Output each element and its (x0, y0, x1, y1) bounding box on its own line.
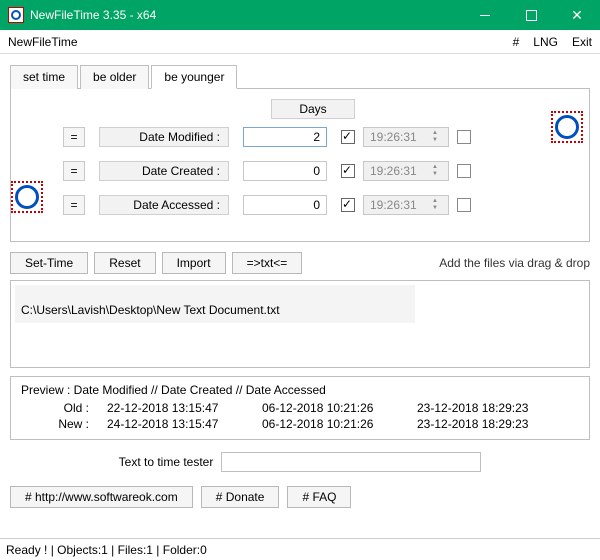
new-label: New : (21, 417, 89, 431)
status-text: Ready ! | Objects:1 | Files:1 | Folder:0 (6, 543, 207, 557)
reset-button[interactable]: Reset (94, 252, 155, 274)
app-icon (8, 7, 24, 23)
clock-icon[interactable] (551, 111, 583, 143)
minimize-button[interactable] (462, 0, 508, 30)
days-input-created[interactable]: 0 (243, 161, 327, 181)
close-button[interactable] (554, 0, 600, 30)
menubar: NewFileTime # LNG Exit (0, 30, 600, 54)
menu-hash[interactable]: # (513, 35, 520, 49)
actions: Set-Time Reset Import =>txt<= Add the fi… (10, 252, 590, 274)
titlebar: NewFileTime 3.35 - x64 (0, 0, 600, 30)
tab-set-time[interactable]: set time (10, 65, 78, 89)
row-date-modified: = Date Modified : 2 19:26:31 ▲▼ (25, 123, 575, 151)
status-bar: Ready ! | Objects:1 | Files:1 | Folder:0 (0, 538, 600, 560)
days-input-accessed[interactable]: 0 (243, 195, 327, 215)
window-title: NewFileTime 3.35 - x64 (30, 8, 462, 22)
link-faq[interactable]: # FAQ (287, 486, 351, 508)
app-name[interactable]: NewFileTime (8, 35, 499, 49)
old-label: Old : (21, 401, 89, 415)
tab-be-younger[interactable]: be younger (151, 65, 237, 89)
preview-header: Preview : Date Modified // Date Created … (21, 383, 579, 397)
time-spinner[interactable]: 19:26:31 ▲▼ (363, 195, 449, 215)
old-accessed: 23-12-2018 18:29:23 (417, 401, 572, 415)
eq-button[interactable]: = (63, 161, 85, 181)
menu-lng[interactable]: LNG (533, 35, 558, 49)
preview-old-row: Old : 22-12-2018 13:15:47 06-12-2018 10:… (21, 401, 579, 415)
eq-button[interactable]: = (63, 127, 85, 147)
tester-input[interactable] (221, 452, 481, 472)
row-date-created: = Date Created : 0 19:26:31 ▲▼ (25, 157, 575, 185)
set-time-button[interactable]: Set-Time (10, 252, 88, 274)
old-modified: 22-12-2018 13:15:47 (107, 401, 262, 415)
eq-button[interactable]: = (63, 195, 85, 215)
import-button[interactable]: Import (162, 252, 226, 274)
time-spinner[interactable]: 19:26:31 ▲▼ (363, 127, 449, 147)
clock-icon[interactable] (11, 181, 43, 213)
row-label: Date Accessed : (99, 195, 229, 215)
time-spinner[interactable]: 19:26:31 ▲▼ (363, 161, 449, 181)
time-checkbox[interactable] (457, 164, 471, 178)
maximize-button[interactable] (508, 0, 554, 30)
link-donate[interactable]: # Donate (201, 486, 280, 508)
spinner-icon[interactable]: ▲▼ (428, 164, 442, 178)
file-list[interactable]: C:\Users\Lavish\Desktop\New Text Documen… (10, 280, 590, 368)
tester: Text to time tester (10, 452, 590, 472)
txt-button[interactable]: =>txt<= (232, 252, 303, 274)
row-label: Date Modified : (99, 127, 229, 147)
row-date-accessed: = Date Accessed : 0 19:26:31 ▲▼ (25, 191, 575, 219)
tester-label: Text to time tester (119, 455, 214, 469)
new-accessed: 23-12-2018 18:29:23 (417, 417, 572, 431)
drag-drop-hint: Add the files via drag & drop (439, 256, 590, 270)
preview-panel: Preview : Date Modified // Date Created … (10, 376, 590, 440)
time-checkbox[interactable] (457, 198, 471, 212)
spinner-icon[interactable]: ▲▼ (428, 130, 442, 144)
row-label: Date Created : (99, 161, 229, 181)
days-input-modified[interactable]: 2 (243, 127, 327, 147)
new-modified: 24-12-2018 13:15:47 (107, 417, 262, 431)
time-checkbox[interactable] (457, 130, 471, 144)
new-created: 06-12-2018 10:21:26 (262, 417, 417, 431)
be-younger-panel: Days = Date Modified : 2 19:26:31 ▲▼ = D… (10, 89, 590, 242)
tabs: set time be older be younger (10, 64, 590, 89)
link-site[interactable]: # http://www.softwareok.com (10, 486, 193, 508)
days-header: Days (271, 99, 355, 119)
enable-checkbox[interactable] (341, 164, 355, 178)
tab-be-older[interactable]: be older (80, 65, 149, 89)
spinner-icon[interactable]: ▲▼ (428, 198, 442, 212)
file-entry[interactable]: C:\Users\Lavish\Desktop\New Text Documen… (15, 285, 415, 323)
preview-new-row: New : 24-12-2018 13:15:47 06-12-2018 10:… (21, 417, 579, 431)
enable-checkbox[interactable] (341, 130, 355, 144)
menu-exit[interactable]: Exit (572, 35, 592, 49)
links: # http://www.softwareok.com # Donate # F… (10, 486, 590, 508)
enable-checkbox[interactable] (341, 198, 355, 212)
old-created: 06-12-2018 10:21:26 (262, 401, 417, 415)
